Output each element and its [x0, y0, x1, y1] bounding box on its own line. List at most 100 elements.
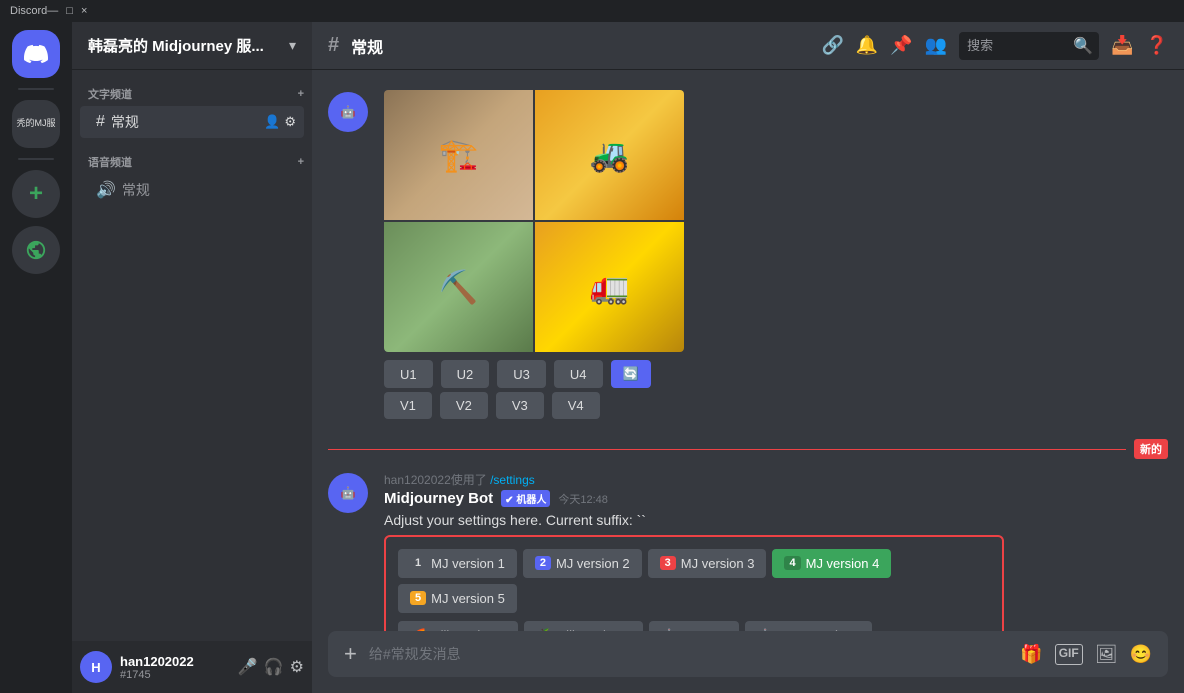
channel-header: # 常规 🔗 🔔 📌 👥 🔍 📥 ❓ — [312, 22, 1184, 70]
server-divider — [18, 88, 54, 90]
mj-version-2-button[interactable]: 2 MJ version 2 — [523, 549, 642, 578]
message-input-area: + 🎁 GIF 🖼 😊 — [312, 631, 1184, 693]
pin-icon[interactable]: 📌 — [890, 35, 912, 56]
members-icon[interactable]: 👥 — [925, 35, 947, 56]
user-tag: #1745 — [120, 669, 230, 681]
message-input[interactable] — [369, 646, 1008, 662]
niji-version-5-button[interactable]: 🍎 Niji version 5 — [524, 621, 644, 631]
add-voice-icon[interactable]: + — [298, 156, 304, 168]
inbox-icon[interactable]: 📥 — [1111, 35, 1133, 56]
invite-icon[interactable]: 👤 — [264, 114, 280, 130]
server-divider-2 — [18, 158, 54, 160]
image-emoji-2: 🚜 — [590, 136, 630, 174]
search-bar[interactable]: 🔍 — [959, 32, 1099, 60]
help-icon[interactable]: ❓ — [1146, 35, 1168, 56]
mj-test-photo-button[interactable]: 🤖 MJ Test Photo — [745, 621, 872, 631]
input-icons: 🎁 GIF 🖼 😊 — [1020, 644, 1152, 665]
settings-row-versions: 1 MJ version 1 2 MJ version 2 3 MJ versi… — [398, 549, 990, 613]
message-input-box: + 🎁 GIF 🖼 😊 — [328, 631, 1168, 677]
user-info: han1202022 #1745 — [120, 654, 230, 681]
maximize-button[interactable]: □ — [66, 5, 73, 17]
u2-button[interactable]: U2 — [441, 360, 490, 388]
gift-icon[interactable]: 🎁 — [1020, 644, 1042, 665]
mj-version-4-button[interactable]: 4 MJ version 4 — [772, 549, 891, 578]
minimize-button[interactable]: — — [47, 5, 58, 17]
settings-row-niji: 🌈 Niji version 4 🍎 Niji version 5 🤖 MJ T… — [398, 621, 990, 631]
search-input[interactable] — [967, 38, 1067, 53]
new-message-divider: 新的 — [328, 439, 1168, 459]
bell-icon[interactable]: 🔔 — [856, 35, 878, 56]
gif-icon[interactable]: GIF — [1055, 644, 1083, 665]
titlebar-controls: — □ × — [47, 5, 87, 17]
mj-version-4-label: MJ version 4 — [806, 556, 880, 571]
server-icon-discord[interactable] — [12, 30, 60, 78]
image-emoji-4: 🚛 — [590, 268, 630, 306]
emoji-icon[interactable]: 😊 — [1130, 644, 1152, 665]
niji-version-4-button[interactable]: 🌈 Niji version 4 — [398, 621, 518, 631]
user-avatar: H — [80, 651, 112, 683]
version-num-5: 5 — [410, 591, 426, 605]
server-icon-explore[interactable] — [12, 226, 60, 274]
message-images: 🤖 🏗️ 🚜 ⛏️ — [328, 86, 1168, 427]
channel-item-text-general[interactable]: # 常规 👤 ⚙ — [80, 106, 304, 138]
uv-buttons-row2: V1 V2 V3 V4 — [384, 392, 1168, 419]
user-settings-icon[interactable]: ⚙ — [290, 657, 304, 677]
u1-button[interactable]: U1 — [384, 360, 433, 388]
category-voice-actions: + — [298, 156, 304, 168]
new-divider-line — [328, 449, 1126, 450]
image-quad-3: ⛏️ — [384, 222, 533, 352]
v2-button[interactable]: V2 — [440, 392, 488, 419]
add-attachment-button[interactable]: + — [344, 641, 357, 667]
titlebar-title: Discord — [10, 5, 47, 17]
refresh-button[interactable]: 🔄 — [611, 360, 651, 388]
server-icon-add[interactable]: + — [12, 170, 60, 218]
mj-version-2-label: MJ version 2 — [556, 556, 630, 571]
server-header[interactable]: 韩磊亮的 Midjourney 服... ▾ — [72, 22, 312, 70]
v1-button[interactable]: V1 — [384, 392, 432, 419]
server-icon-mj[interactable]: 秃的MJ服 — [12, 100, 60, 148]
settings-timestamp: 今天12:48 — [558, 491, 608, 507]
image-quad-4: 🚛 — [535, 222, 684, 352]
version-num-2: 2 — [535, 556, 551, 570]
sticker-icon[interactable]: 🖼 — [1095, 644, 1118, 665]
add-channel-icon[interactable]: + — [298, 88, 304, 100]
version-num-4: 4 — [784, 556, 800, 570]
channel-name-voice-general: 常规 — [122, 180, 150, 200]
channel-item-voice-general[interactable]: 🔊 常规 — [80, 174, 304, 206]
uv-buttons-row1: U1 U2 U3 U4 🔄 — [384, 360, 1168, 388]
message-content-images: 🏗️ 🚜 ⛏️ 🚛 U1 — [384, 90, 1168, 423]
microphone-icon[interactable]: 🎤 — [238, 657, 258, 677]
chevron-down-icon: ▾ — [289, 37, 296, 54]
mj-version-3-label: MJ version 3 — [681, 556, 755, 571]
image-grid: 🏗️ 🚜 ⛏️ 🚛 — [384, 90, 684, 352]
category-voice-label: 语音频道 — [88, 154, 132, 170]
messages-area: 🤖 🏗️ 🚜 ⛏️ — [312, 70, 1184, 631]
channel-name-text-general: 常规 — [111, 112, 139, 132]
u3-button[interactable]: U3 — [497, 360, 546, 388]
settings-icon[interactable]: ⚙ — [284, 114, 296, 130]
category-text-channels[interactable]: 文字频道 + — [72, 78, 312, 106]
server-icon-mj-label: 秃的MJ服 — [17, 118, 56, 130]
hashtag-icon[interactable]: 🔗 — [821, 35, 843, 56]
mj-version-3-button[interactable]: 3 MJ version 3 — [648, 549, 767, 578]
hash-icon: # — [96, 113, 105, 131]
u4-button[interactable]: U4 — [554, 360, 603, 388]
mj-version-1-button[interactable]: 1 MJ version 1 — [398, 549, 517, 578]
close-button[interactable]: × — [81, 5, 87, 17]
category-voice-channels[interactable]: 语音频道 + — [72, 146, 312, 174]
headphones-icon[interactable]: 🎧 — [264, 657, 284, 677]
mj-version-5-button[interactable]: 5 MJ version 5 — [398, 584, 517, 613]
settings-trigger: han1202022使用了 /settings — [384, 471, 1168, 488]
settings-message-header: Midjourney Bot ✔ 机器人 今天12:48 — [384, 490, 1168, 507]
image-emoji-1: 🏗️ — [439, 136, 479, 174]
bot-avatar-images: 🤖 — [328, 92, 368, 132]
mj-test-button[interactable]: 🤖 MJ Test — [649, 621, 739, 631]
settings-message-text: Adjust your settings here. Current suffi… — [384, 511, 1168, 531]
channel-list: 文字频道 + # 常规 👤 ⚙ 语音频道 + — [72, 70, 312, 641]
search-icon: 🔍 — [1073, 36, 1093, 56]
v4-button[interactable]: V4 — [552, 392, 600, 419]
channel-header-actions: 🔗 🔔 📌 👥 🔍 📥 ❓ — [821, 32, 1168, 60]
bot-avatar-settings: 🤖 — [328, 473, 368, 513]
v3-button[interactable]: V3 — [496, 392, 544, 419]
bot-badge: ✔ 机器人 — [501, 490, 550, 507]
